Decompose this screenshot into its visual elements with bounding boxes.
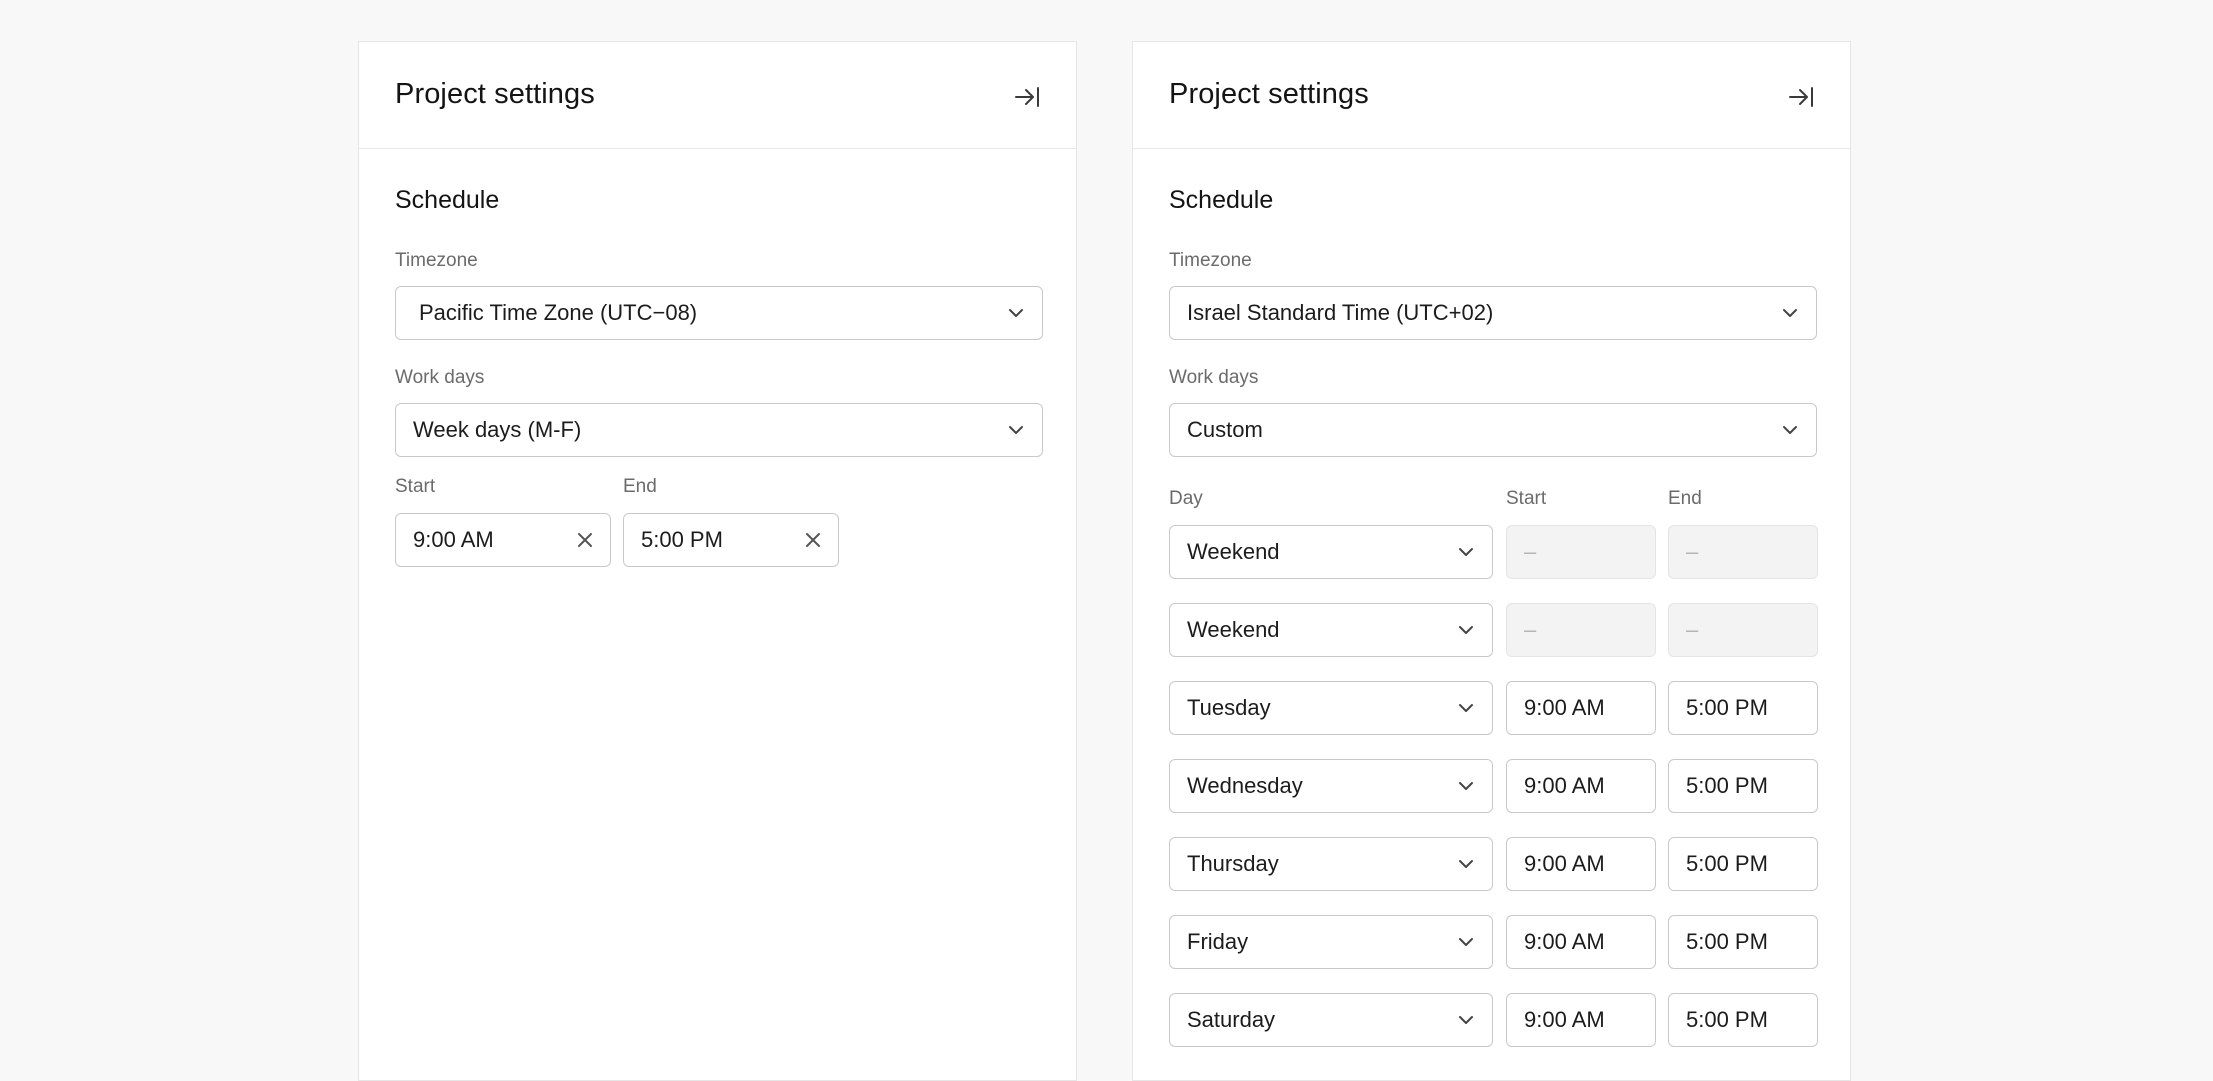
row-end-time-input: – bbox=[1668, 603, 1818, 657]
start-time-value: 9:00 AM bbox=[413, 527, 494, 552]
chevron-down-icon bbox=[1458, 547, 1474, 557]
row-end-time-value: 5:00 PM bbox=[1686, 773, 1768, 798]
row-end-time-value: – bbox=[1686, 539, 1699, 564]
row-start-time-input: – bbox=[1506, 525, 1656, 579]
start-column-label: Start bbox=[1506, 488, 1547, 509]
row-start-time-input[interactable]: 9:00 AM bbox=[1506, 759, 1656, 813]
row-start-time-input[interactable]: 9:00 AM bbox=[1506, 915, 1656, 969]
chevron-down-icon bbox=[1008, 425, 1024, 435]
workdays-value: Week days (M-F) bbox=[413, 417, 582, 442]
row-end-time-input[interactable]: 5:00 PM bbox=[1668, 915, 1818, 969]
chevron-down-icon bbox=[1782, 308, 1798, 318]
workdays-select[interactable]: Custom bbox=[1169, 403, 1817, 457]
end-time-input[interactable]: 5:00 PM bbox=[623, 513, 839, 567]
day-value: Thursday bbox=[1187, 851, 1279, 876]
day-select[interactable]: Thursday bbox=[1169, 837, 1493, 891]
row-end-time-input[interactable]: 5:00 PM bbox=[1668, 837, 1818, 891]
chevron-down-icon bbox=[1458, 937, 1474, 947]
panel-header: Project settings bbox=[359, 42, 1076, 149]
row-start-time-value: – bbox=[1524, 617, 1537, 642]
timezone-value: Israel Standard Time (UTC+02) bbox=[1187, 300, 1494, 325]
workdays-value: Custom bbox=[1187, 417, 1263, 442]
section-title-schedule: Schedule bbox=[1169, 186, 1274, 214]
end-time-value: 5:00 PM bbox=[641, 527, 723, 552]
clear-end-button[interactable] bbox=[804, 531, 822, 549]
day-select[interactable]: Saturday bbox=[1169, 993, 1493, 1047]
row-start-time-value: 9:00 AM bbox=[1524, 851, 1605, 876]
panel-title: Project settings bbox=[395, 78, 595, 110]
collapse-panel-button[interactable] bbox=[1786, 82, 1816, 112]
row-end-time-value: 5:00 PM bbox=[1686, 695, 1768, 720]
panel-title: Project settings bbox=[1169, 78, 1369, 110]
row-start-time-input[interactable]: 9:00 AM bbox=[1506, 837, 1656, 891]
day-select[interactable]: Weekend bbox=[1169, 525, 1493, 579]
day-value: Tuesday bbox=[1187, 695, 1271, 720]
row-start-time-value: 9:00 AM bbox=[1524, 929, 1605, 954]
workdays-label: Work days bbox=[395, 367, 485, 388]
chevron-down-icon bbox=[1458, 781, 1474, 791]
collapse-panel-button[interactable] bbox=[1012, 82, 1042, 112]
day-select[interactable]: Tuesday bbox=[1169, 681, 1493, 735]
start-time-input[interactable]: 9:00 AM bbox=[395, 513, 611, 567]
clear-start-button[interactable] bbox=[576, 531, 594, 549]
row-end-time-input[interactable]: 5:00 PM bbox=[1668, 681, 1818, 735]
day-value: Weekend bbox=[1187, 617, 1280, 642]
settings-panel-right: Project settings Schedule Timezone Israe… bbox=[1132, 41, 1851, 1081]
row-start-time-input[interactable]: 9:00 AM bbox=[1506, 993, 1656, 1047]
timezone-select[interactable]: Israel Standard Time (UTC+02) bbox=[1169, 286, 1817, 340]
end-column-label: End bbox=[1668, 488, 1702, 509]
timezone-value: Pacific Time Zone (UTC−08) bbox=[419, 300, 698, 325]
workdays-select[interactable]: Week days (M-F) bbox=[395, 403, 1043, 457]
row-start-time-value: 9:00 AM bbox=[1524, 773, 1605, 798]
day-select[interactable]: Weekend bbox=[1169, 603, 1493, 657]
row-start-time-value: – bbox=[1524, 539, 1537, 564]
row-start-time-value: 9:00 AM bbox=[1524, 695, 1605, 720]
row-start-time-input[interactable]: 9:00 AM bbox=[1506, 681, 1656, 735]
row-end-time-value: 5:00 PM bbox=[1686, 1007, 1768, 1032]
day-value: Saturday bbox=[1187, 1007, 1276, 1032]
row-end-time-value: 5:00 PM bbox=[1686, 851, 1768, 876]
day-value: Friday bbox=[1187, 929, 1249, 954]
settings-panel-left: Project settings Schedule Timezone Pacif… bbox=[358, 41, 1077, 1081]
start-label: Start bbox=[395, 476, 436, 497]
timezone-select[interactable]: Pacific Time Zone (UTC−08) bbox=[395, 286, 1043, 340]
timezone-label: Timezone bbox=[1169, 250, 1252, 271]
chevron-down-icon bbox=[1458, 703, 1474, 713]
day-column-label: Day bbox=[1169, 488, 1203, 509]
row-end-time-value: 5:00 PM bbox=[1686, 929, 1768, 954]
workdays-label: Work days bbox=[1169, 367, 1259, 388]
row-end-time-value: – bbox=[1686, 617, 1699, 642]
chevron-down-icon bbox=[1782, 425, 1798, 435]
day-select[interactable]: Wednesday bbox=[1169, 759, 1493, 813]
row-end-time-input: – bbox=[1668, 525, 1818, 579]
chevron-down-icon bbox=[1008, 308, 1024, 318]
row-start-time-value: 9:00 AM bbox=[1524, 1007, 1605, 1032]
chevron-down-icon bbox=[1458, 859, 1474, 869]
day-value: Weekend bbox=[1187, 539, 1280, 564]
arrow-right-to-line-icon bbox=[1015, 87, 1039, 107]
chevron-down-icon bbox=[1458, 1015, 1474, 1025]
end-label: End bbox=[623, 476, 657, 497]
row-end-time-input[interactable]: 5:00 PM bbox=[1668, 759, 1818, 813]
arrow-right-to-line-icon bbox=[1789, 87, 1813, 107]
day-value: Wednesday bbox=[1187, 773, 1303, 798]
row-start-time-input: – bbox=[1506, 603, 1656, 657]
panel-header: Project settings bbox=[1133, 42, 1850, 149]
row-end-time-input[interactable]: 5:00 PM bbox=[1668, 993, 1818, 1047]
section-title-schedule: Schedule bbox=[395, 186, 500, 214]
day-select[interactable]: Friday bbox=[1169, 915, 1493, 969]
timezone-label: Timezone bbox=[395, 250, 478, 271]
close-icon bbox=[806, 533, 820, 547]
close-icon bbox=[578, 533, 592, 547]
chevron-down-icon bbox=[1458, 625, 1474, 635]
